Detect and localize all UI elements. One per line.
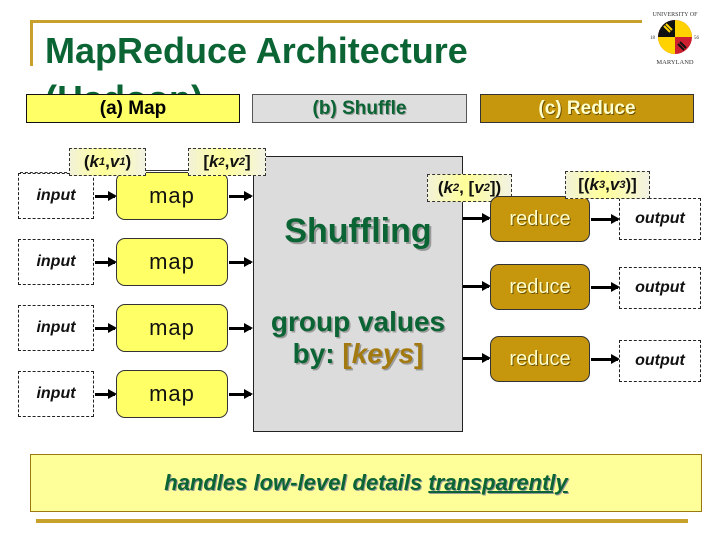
footer-emphasis: transparently	[428, 470, 568, 495]
output-box: output	[619, 340, 701, 382]
map-node: map	[116, 238, 228, 286]
slide-title: MapReduce Architecture	[45, 30, 468, 71]
input-box: input	[18, 239, 94, 285]
arrow-shuffle-to-reduce	[463, 281, 491, 291]
footer-text: handles low-level details	[164, 470, 423, 495]
map-node: map	[116, 172, 228, 220]
arrow-input-to-map	[95, 389, 117, 399]
reduce-node: reduce	[490, 196, 590, 242]
group-values-line2: by: [keys]	[292, 338, 424, 369]
arrow-reduce-to-output	[591, 214, 620, 224]
reduce-node: reduce	[490, 264, 590, 310]
map-output-pair-label: [k 2, v 2]	[188, 148, 266, 176]
arrow-shuffle-to-reduce	[463, 213, 491, 223]
arrow-map-to-shuffle	[229, 257, 253, 267]
logo-year-right: 56	[694, 36, 700, 41]
group-values-line1: group values	[270, 306, 446, 337]
bottom-rule	[36, 519, 688, 523]
arrow-map-to-shuffle	[229, 191, 253, 201]
arrow-map-to-shuffle	[229, 389, 253, 399]
arrow-map-to-shuffle	[229, 323, 253, 333]
stage-map-header: (a) Map	[26, 94, 240, 123]
map-node: map	[116, 370, 228, 418]
stage-reduce-header: (c) Reduce	[480, 94, 694, 123]
arrow-shuffle-to-reduce	[463, 353, 491, 363]
map-node: map	[116, 304, 228, 352]
kv-connector-line	[142, 170, 194, 171]
logo-year-left: 18	[650, 36, 656, 41]
footer-callout: handles low-level details transparently	[30, 454, 702, 512]
output-box: output	[619, 267, 701, 309]
title-rule-horizontal	[30, 20, 642, 23]
reduce-node: reduce	[490, 336, 590, 382]
input-box: input	[18, 371, 94, 417]
arrow-input-to-map	[95, 257, 117, 267]
arrow-input-to-map	[95, 323, 117, 333]
stage-shuffle-header: (b) Shuffle	[252, 94, 467, 123]
shuffling-label: Shuffling	[284, 212, 432, 250]
arrow-reduce-to-output	[591, 354, 620, 364]
output-box: output	[619, 198, 701, 240]
title-rule-vertical	[30, 20, 33, 66]
group-values-label: group values by: [keys]	[253, 306, 463, 370]
logo-top-text: UNIVERSITY OF	[653, 12, 699, 18]
arrow-input-to-map	[95, 191, 117, 201]
input-box: input	[18, 173, 94, 219]
university-logo-icon: UNIVERSITY OF MARYLAND 18 56	[645, 7, 705, 67]
map-input-pair-label: (k 1, v 1)	[69, 148, 146, 176]
reduce-output-pair-label: [(k 3, v 3)]	[565, 171, 650, 199]
arrow-reduce-to-output	[591, 282, 620, 292]
logo-bottom-text: MARYLAND	[656, 59, 694, 66]
input-box: input	[18, 305, 94, 351]
